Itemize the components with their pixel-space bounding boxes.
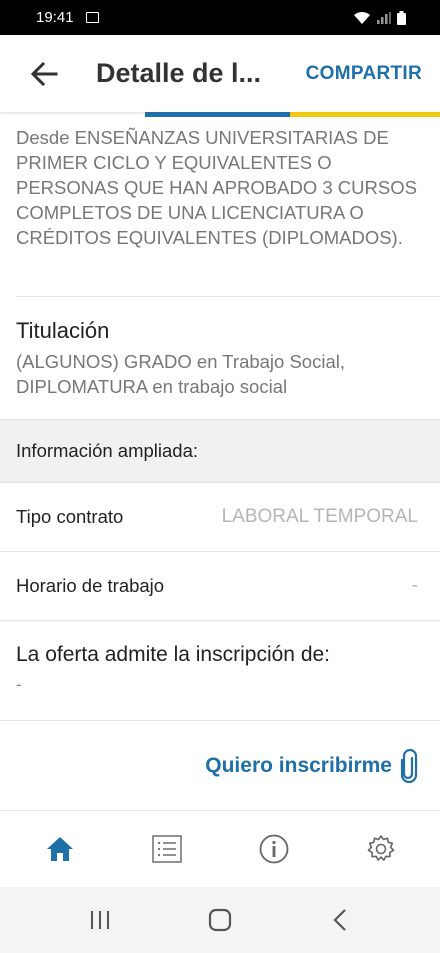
status-icons bbox=[353, 10, 406, 25]
row-value: - bbox=[411, 575, 418, 596]
requirement-text: Desde ENSEÑANZAS UNIVERSITARIAS DE PRIME… bbox=[16, 127, 417, 248]
back-system-button[interactable] bbox=[310, 895, 370, 945]
inscribirme-label[interactable]: Quiero inscribirme bbox=[205, 754, 392, 778]
oferta-section: La oferta admite la inscripción de: - bbox=[0, 621, 440, 720]
wifi-icon bbox=[354, 11, 370, 24]
offer-detail-content: Desde ENSEÑANZAS UNIVERSITARIAS DE PRIME… bbox=[0, 117, 440, 811]
share-button[interactable]: COMPARTIR bbox=[306, 63, 422, 85]
home-square-icon bbox=[208, 908, 232, 932]
status-time: 19:41 bbox=[36, 9, 74, 26]
bottom-navigation bbox=[0, 810, 440, 887]
nav-info[interactable] bbox=[244, 819, 304, 879]
horario-row: Horario de trabajo - bbox=[0, 552, 440, 620]
app-bar: Detalle de l... COMPARTIR bbox=[0, 35, 440, 112]
titulacion-section: Titulación (ALGUNOS) GRADO en Trabajo So… bbox=[0, 297, 440, 419]
settings-icon bbox=[367, 835, 394, 861]
header-accent-bar bbox=[145, 112, 440, 117]
nav-settings[interactable] bbox=[351, 819, 411, 879]
back-button[interactable] bbox=[14, 44, 74, 104]
signal-icon bbox=[377, 11, 391, 24]
oferta-value: - bbox=[16, 675, 22, 694]
oferta-label: La oferta admite la inscripción de: bbox=[16, 643, 331, 666]
titulacion-value: (ALGUNOS) GRADO en Trabajo Social, DIPLO… bbox=[16, 351, 345, 397]
status-bar: 19:41 bbox=[0, 0, 440, 35]
battery-icon bbox=[397, 10, 406, 25]
recent-apps-icon bbox=[91, 911, 109, 929]
home-system-button[interactable] bbox=[190, 895, 250, 945]
info-section-header: Información ampliada: bbox=[0, 420, 440, 482]
page-title: Detalle de l... bbox=[96, 58, 262, 88]
row-label: Horario de trabajo bbox=[16, 575, 165, 596]
tipo-contrato-row: Tipo contrato LABORAL TEMPORAL bbox=[0, 483, 440, 551]
arrow-back-icon bbox=[30, 61, 58, 86]
inscribirme-button[interactable]: Quiero inscribirme bbox=[0, 721, 440, 811]
list-icon bbox=[151, 835, 182, 863]
nav-home[interactable] bbox=[30, 819, 90, 879]
accent-blue bbox=[145, 112, 290, 117]
row-label: Tipo contrato bbox=[16, 506, 124, 527]
nav-list[interactable] bbox=[137, 819, 197, 879]
home-icon bbox=[46, 837, 73, 861]
chevron-left-icon bbox=[333, 909, 346, 931]
gallery-icon bbox=[85, 12, 99, 23]
titulacion-label: Titulación bbox=[16, 318, 110, 343]
system-navigation-bar bbox=[0, 887, 440, 953]
recent-apps-button[interactable] bbox=[70, 895, 130, 945]
accent-yellow bbox=[290, 112, 440, 117]
row-value: LABORAL TEMPORAL bbox=[221, 506, 418, 527]
info-icon bbox=[259, 834, 288, 864]
paperclip-icon bbox=[400, 749, 418, 783]
